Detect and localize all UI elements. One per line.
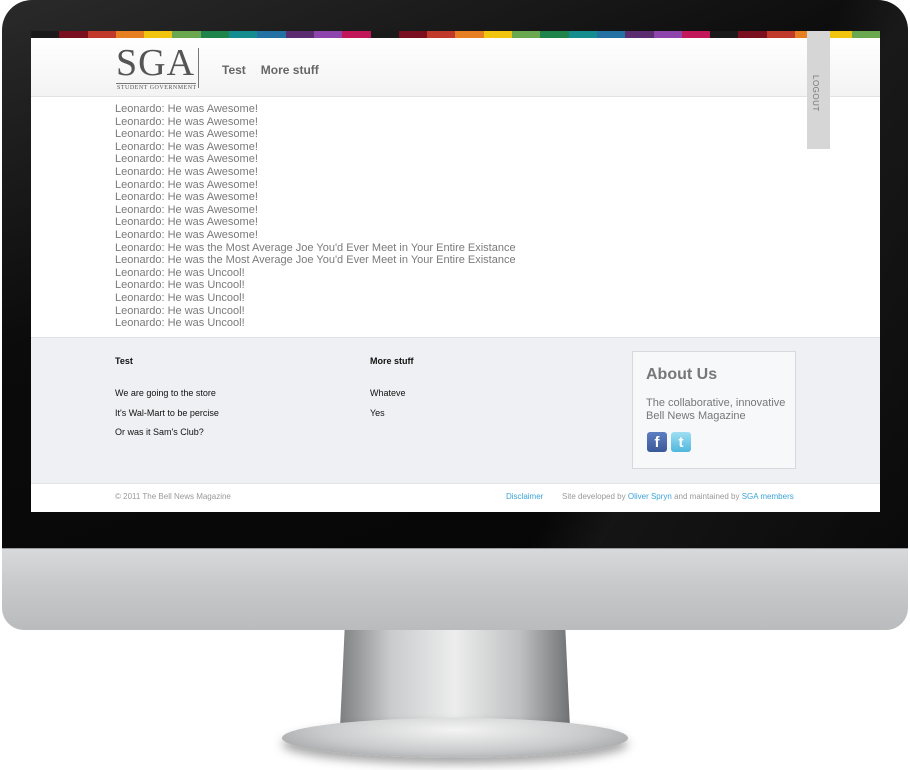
color-stripe-segment (483, 31, 513, 38)
color-stripe-segment (738, 31, 767, 38)
color-stripe-segment (851, 31, 880, 38)
twitter-glyph: t (678, 434, 684, 451)
twitter-icon[interactable]: t (671, 432, 691, 452)
footer-link[interactable]: We are going to the store (115, 384, 219, 404)
color-stripe-segment (653, 31, 682, 38)
nav-link-more-stuff[interactable]: More stuff (261, 63, 319, 77)
screen: SGA STUDENT GOVERNMENT Test More stuff L… (31, 31, 880, 512)
content-line: Leonardo: He was Uncool! (115, 304, 245, 317)
about-title: About Us (646, 366, 718, 383)
disclaimer-link[interactable]: Disclaimer (506, 492, 543, 501)
monitor-stand-base (282, 718, 628, 758)
content-line: Leonardo: He was Uncool! (115, 291, 245, 304)
logout-label: LOGOUT (811, 75, 820, 112)
site-footer: Test We are going to the store It's Wal-… (31, 337, 880, 483)
bottom-bar: © 2011 The Bell News Magazine Disclaimer… (31, 483, 880, 512)
monitor: SGA STUDENT GOVERNMENT Test More stuff L… (0, 0, 910, 770)
color-stripe-segment (681, 31, 711, 38)
color-stripe-segment (59, 31, 88, 38)
color-stripe-segment (596, 31, 626, 38)
color-stripe-segment (568, 31, 597, 38)
color-stripe-segment (285, 31, 314, 38)
content-line: Leonardo: He was Awesome! (115, 203, 258, 216)
color-stripe-segment (427, 31, 456, 38)
content-line: Leonardo: He was the Most Average Joe Yo… (115, 254, 516, 267)
site-header: SGA STUDENT GOVERNMENT Test More stuff (31, 38, 880, 97)
sga-logo[interactable]: SGA STUDENT GOVERNMENT (116, 42, 204, 91)
maintainer-link[interactable]: SGA members (742, 492, 794, 501)
social-links: f t (647, 432, 691, 452)
content-line: Leonardo: He was Awesome! (115, 128, 258, 141)
color-stripe-segment (313, 31, 343, 38)
content-line: Leonardo: He was Awesome! (115, 103, 258, 115)
color-stripe-segment (200, 31, 230, 38)
logo-text: SGA (116, 42, 196, 84)
site-credits: Site developed by Oliver Spryn and maint… (562, 492, 794, 501)
content-line: Leonardo: He was Awesome! (115, 216, 258, 229)
credits-prefix: Site developed by (562, 492, 626, 501)
copyright: © 2011 The Bell News Magazine (115, 492, 231, 501)
facebook-icon[interactable]: f (647, 432, 667, 452)
developer-link[interactable]: Oliver Spryn (628, 492, 672, 501)
monitor-stand-neck (340, 630, 570, 728)
content-line: Leonardo: He was Uncool! (115, 266, 245, 279)
color-stripe-segment (540, 31, 569, 38)
content-line: Leonardo: He was Awesome! (115, 165, 258, 178)
footer-heading: Test (115, 356, 133, 366)
logout-tab[interactable]: LOGOUT (807, 31, 830, 149)
color-stripe-segment (115, 31, 145, 38)
nav-link-test[interactable]: Test (222, 63, 246, 77)
color-stripe-segment (455, 31, 484, 38)
footer-link[interactable]: Or was it Sam's Club? (115, 423, 219, 443)
color-stripe-segment (172, 31, 201, 38)
facebook-glyph: f (654, 434, 660, 451)
content-line: Leonardo: He was Awesome! (115, 153, 258, 166)
footer-column-test: Test We are going to the store It's Wal-… (115, 356, 219, 443)
footer-heading: More stuff (370, 356, 414, 366)
color-stripe-segment (398, 31, 428, 38)
logo-rule (116, 83, 196, 84)
content-line: Leonardo: He was Awesome! (115, 178, 258, 191)
color-stripe-segment (370, 31, 399, 38)
about-us-box: About Us The collaborative, innovative B… (632, 351, 796, 469)
footer-link[interactable]: Yes (370, 404, 414, 424)
monitor-chin (2, 548, 908, 630)
about-text: The collaborative, innovative Bell News … (646, 397, 786, 422)
color-stripe-segment (31, 31, 60, 38)
footer-link[interactable]: It's Wal-Mart to be percise (115, 404, 219, 424)
footer-link[interactable]: Whateve (370, 384, 414, 404)
color-stripe-segment (257, 31, 286, 38)
color-stripe-segment (342, 31, 371, 38)
logo-divider (198, 48, 199, 88)
color-stripe-segment (144, 31, 173, 38)
content-line: Leonardo: He was Uncool! (115, 317, 245, 330)
content-line: Leonardo: He was Uncool! (115, 279, 245, 292)
color-stripe-segment (87, 31, 116, 38)
logo-subtitle: STUDENT GOVERNMENT (117, 85, 197, 91)
color-stripe-segment (625, 31, 654, 38)
color-stripe-segment (710, 31, 739, 38)
content-line: Leonardo: He was Awesome! (115, 140, 258, 153)
content-line: Leonardo: He was Awesome! (115, 191, 258, 204)
main-content: Leonardo: He was Awesome! Leonardo: He wa… (115, 103, 715, 330)
content-line: Leonardo: He was the Most Average Joe Yo… (115, 241, 516, 254)
footer-column-more-stuff: More stuff Whateve Yes (370, 356, 414, 423)
content-line: Leonardo: He was Awesome! (115, 228, 258, 241)
credits-middle: and maintained by (674, 492, 740, 501)
color-stripe-segment (766, 31, 796, 38)
color-stripe-segment (512, 31, 541, 38)
content-line: Leonardo: He was Awesome! (115, 115, 258, 128)
color-stripe-bar (31, 31, 880, 38)
main-nav: Test More stuff (222, 63, 319, 77)
color-stripe-segment (229, 31, 258, 38)
